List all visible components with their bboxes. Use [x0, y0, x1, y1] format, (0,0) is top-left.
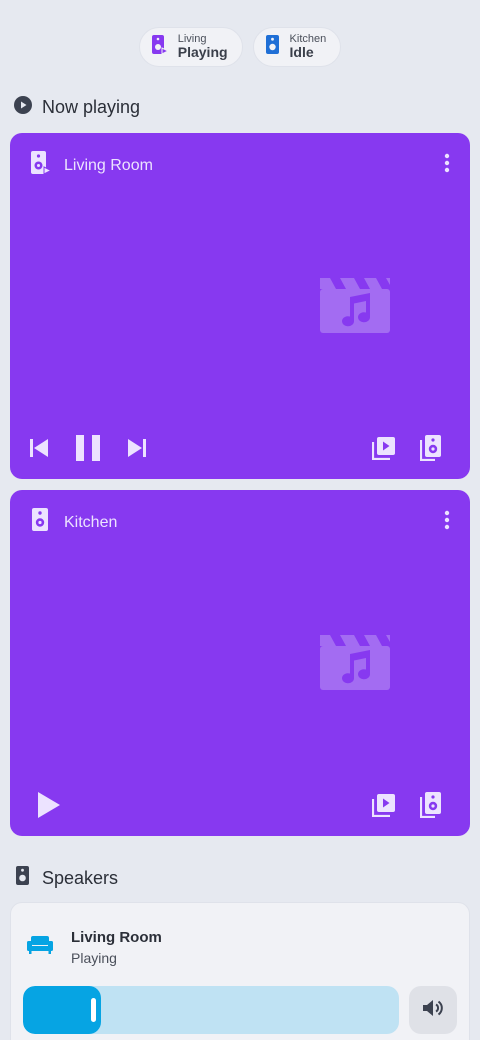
section-title: Now playing — [42, 97, 141, 117]
speaker-state: Playing — [71, 950, 117, 966]
media-browser-icon[interactable] — [372, 793, 396, 817]
speaker-name: Living Room — [71, 929, 162, 946]
media-placeholder-icon — [320, 632, 390, 695]
card-title: Kitchen — [64, 513, 118, 531]
play-icon[interactable] — [38, 792, 60, 818]
volume-slider[interactable] — [23, 986, 399, 1034]
speaker-card-living-room[interactable]: Living Room Playing — [10, 902, 470, 1040]
chip-kitchen[interactable]: Kitchen Idle — [252, 27, 342, 67]
volume-button[interactable] — [409, 986, 457, 1034]
card-title: Living Room — [64, 156, 153, 174]
chip-living[interactable]: Living Playing — [138, 27, 243, 67]
media-card-living-room[interactable]: Living Room — [10, 133, 470, 479]
now-playing-header: Now playing — [14, 96, 140, 119]
volume-slider-fill — [23, 986, 101, 1034]
speaker-group-icon[interactable] — [420, 435, 442, 461]
volume-slider-handle[interactable] — [91, 998, 96, 1022]
speaker-playing-icon — [30, 151, 53, 180]
more-options-icon[interactable] — [444, 153, 450, 173]
media-placeholder-icon — [320, 275, 390, 338]
sofa-icon — [27, 936, 53, 959]
more-options-icon[interactable] — [444, 510, 450, 530]
media-dashboard: Living Playing Kitchen Idle Now playing … — [0, 0, 480, 1040]
speaker-playing-icon — [151, 34, 169, 60]
skip-previous-icon[interactable] — [30, 439, 48, 457]
section-title: Speakers — [42, 868, 119, 888]
speaker-icon — [14, 866, 32, 891]
skip-next-icon[interactable] — [128, 439, 146, 457]
speaker-group-icon[interactable] — [420, 792, 442, 818]
volume-icon — [423, 999, 443, 1022]
speakers-header: Speakers — [14, 866, 118, 891]
status-chips: Living Playing Kitchen Idle — [0, 27, 480, 67]
media-browser-icon[interactable] — [372, 436, 396, 460]
chip-state: Idle — [289, 44, 314, 61]
speaker-icon — [265, 34, 280, 60]
speaker-icon — [30, 508, 52, 537]
pause-icon[interactable] — [76, 435, 100, 461]
play-circle-icon — [14, 96, 32, 119]
media-card-kitchen[interactable]: Kitchen — [10, 490, 470, 836]
chip-state: Playing — [177, 44, 228, 61]
